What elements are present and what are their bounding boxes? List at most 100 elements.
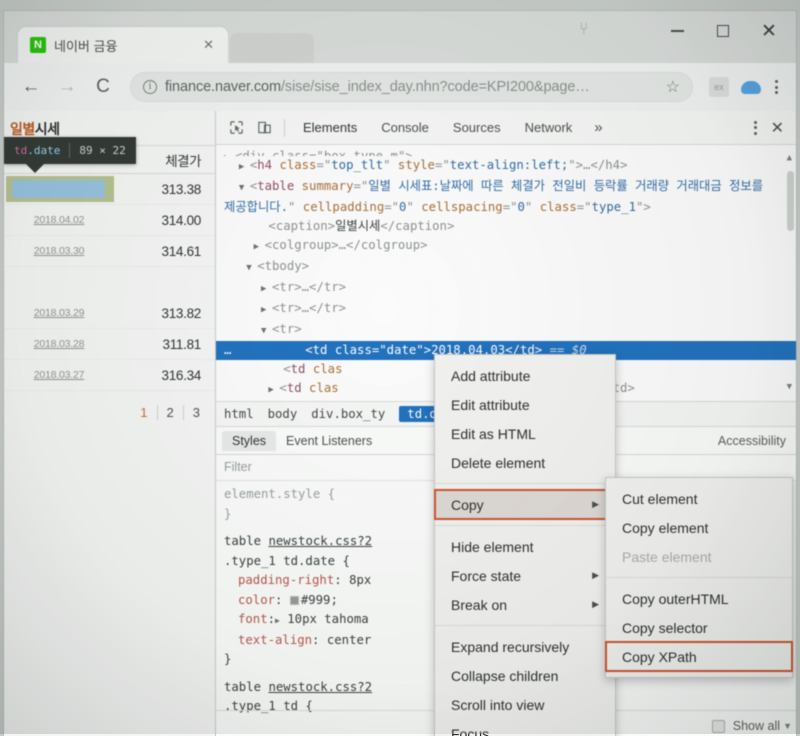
dom-line-tr-open[interactable]: ▼ <tr>: [216, 320, 796, 341]
dom-line-tr[interactable]: ▶ <tr>…</tr>: [216, 299, 796, 320]
dom-line-caption[interactable]: <caption>일별시세</caption>: [216, 217, 796, 236]
styles-scroll-down-icon[interactable]: ▼: [783, 721, 792, 731]
browser-window: ⑂ ✕ N 네이버 금융 ✕ ← → C i finance.naver.com…: [3, 10, 797, 736]
cell-date[interactable]: 2018.03.28: [4, 338, 114, 350]
tab-close-icon[interactable]: ✕: [199, 37, 218, 53]
browser-menu-button[interactable]: [767, 80, 786, 94]
devtools-tab-sources[interactable]: Sources: [441, 111, 513, 144]
page-link-3[interactable]: 3: [182, 405, 209, 420]
menu-item-copy-outerhtml[interactable]: Copy outerHTML: [606, 584, 792, 613]
devtools-tab-network[interactable]: Network: [513, 111, 585, 144]
menu-item-expand-recursively[interactable]: Expand recursively: [435, 632, 615, 661]
page-link-1[interactable]: 1: [131, 405, 156, 420]
menu-item-delete-element[interactable]: Delete element: [435, 448, 615, 477]
menu-item-copy-selector[interactable]: Copy selector: [606, 613, 792, 642]
devtools-tab-console[interactable]: Console: [369, 111, 441, 144]
dom-scroll-up-icon[interactable]: ▲: [787, 149, 792, 168]
page-link-2[interactable]: 2: [156, 405, 183, 420]
url-host: finance.naver.com: [165, 79, 281, 95]
window-controls: ✕: [654, 11, 792, 51]
table-row[interactable]: 2018.03.30 314.61: [4, 236, 215, 267]
submenu-arrow-icon: ▶: [592, 499, 599, 509]
menu-separator: [435, 625, 615, 626]
dom-scroll-down-icon[interactable]: ▼: [787, 378, 792, 397]
device-toolbar-icon[interactable]: [250, 115, 278, 141]
address-bar[interactable]: i finance.naver.com/sise/sise_index_day.…: [130, 72, 693, 102]
breadcrumb-body[interactable]: body: [268, 407, 298, 421]
submenu-arrow-icon: ▶: [592, 599, 599, 609]
cell-date[interactable]: 2018.04.02: [4, 214, 114, 226]
rule1-source-file[interactable]: newstock.css?2: [268, 534, 372, 548]
menu-item-copy-element[interactable]: Copy element: [606, 513, 792, 542]
site-info-icon[interactable]: i: [143, 80, 157, 94]
address-bar-url: finance.naver.com/sise/sise_index_day.nh…: [165, 79, 590, 95]
tooltip-dimensions: 89 × 22: [79, 144, 126, 157]
menu-item-copy-xpath[interactable]: Copy XPath: [605, 641, 793, 672]
cell-price: 314.00: [161, 212, 202, 228]
rule2-source-file[interactable]: newstock.css?2: [268, 680, 372, 694]
extension-icon[interactable]: ex: [709, 77, 729, 97]
dom-line-tbody[interactable]: ▼ <tbody>: [216, 257, 796, 278]
browser-tab-naver-finance[interactable]: N 네이버 금융 ✕: [18, 27, 228, 63]
menu-item-edit-attribute[interactable]: Edit attribute: [435, 390, 615, 419]
cell-date[interactable]: 2018.03.29: [4, 307, 114, 319]
devtools-tab-elements[interactable]: Elements: [291, 111, 369, 144]
menu-item-break-on-label: Break on: [451, 596, 508, 613]
menu-item-break-on[interactable]: Break on ▶: [435, 590, 615, 619]
cell-price: 313.82: [161, 305, 202, 321]
expand-ellipsis-icon[interactable]: …: [224, 341, 246, 360]
dom-line[interactable]: ▶ <h4 class="top_tlt" style="text-align:l…: [216, 156, 796, 177]
tooltip-class-name: .date: [27, 144, 61, 157]
menu-item-add-attribute[interactable]: Add attribute: [435, 361, 615, 390]
table-row[interactable]: 2018.03.28 311.81: [4, 329, 215, 360]
tooltip-divider: [69, 143, 71, 158]
toolbar-divider: [284, 118, 285, 137]
back-button[interactable]: ←: [14, 70, 48, 104]
dom-line-table[interactable]: ▼ <table summary="일별 시세표:날짜에 따른 체결가 전일비 등…: [216, 177, 796, 217]
new-tab-placeholder[interactable]: [230, 33, 314, 63]
color-swatch[interactable]: [289, 595, 299, 605]
table-row[interactable]: 2018.04.03 313.38: [4, 174, 215, 205]
show-all-checkbox[interactable]: [711, 719, 725, 733]
inspect-element-icon[interactable]: [222, 115, 250, 141]
dom-line-tr[interactable]: ▶ <tr>…</tr>: [216, 278, 796, 299]
breadcrumb-div-box[interactable]: div.box_ty: [311, 407, 385, 421]
reload-button[interactable]: C: [86, 70, 120, 104]
devtools-more-tabs-icon[interactable]: »: [584, 119, 612, 136]
close-window-button[interactable]: ✕: [746, 11, 792, 51]
cloud-icon[interactable]: [741, 80, 761, 94]
tab-styles[interactable]: Styles: [222, 430, 277, 451]
devtools-menu-button[interactable]: [744, 120, 767, 135]
menu-item-hide-element[interactable]: Hide element: [435, 532, 615, 561]
breadcrumb-html[interactable]: html: [224, 407, 254, 421]
dom-line-colgroup[interactable]: ▶ <colgroup>…</colgroup>: [216, 236, 796, 257]
cell-price: 316.34: [161, 367, 202, 383]
menu-item-edit-as-html[interactable]: Edit as HTML: [435, 419, 615, 448]
menu-item-copy[interactable]: Copy ▶: [434, 489, 616, 520]
table-row[interactable]: 2018.04.02 314.00: [4, 205, 215, 236]
maximize-button[interactable]: [700, 11, 746, 51]
menu-item-focus[interactable]: Focus: [435, 719, 615, 736]
menu-item-collapse-children[interactable]: Collapse children: [435, 661, 615, 690]
table-row[interactable]: 2018.03.29 313.82: [4, 298, 215, 329]
cell-date[interactable]: 2018.04.03: [6, 176, 114, 202]
cell-date[interactable]: 2018.03.27: [4, 369, 114, 381]
dom-scrollbar[interactable]: [787, 171, 794, 231]
title-bar: ⑂ ✕ N 네이버 금융 ✕: [4, 11, 796, 63]
bookmark-star-icon[interactable]: ☆: [666, 77, 680, 97]
forward-button[interactable]: →: [50, 70, 84, 104]
cell-date[interactable]: 2018.03.30: [4, 245, 114, 257]
menu-item-paste-element: Paste element: [622, 548, 712, 565]
naver-favicon-icon: N: [30, 37, 46, 53]
menu-item-cut-element[interactable]: Cut element: [606, 484, 792, 513]
table-row[interactable]: 2018.03.27 316.34: [4, 360, 215, 391]
devtools-close-button[interactable]: ✕: [767, 118, 796, 138]
menu-item-force-state[interactable]: Force state ▶: [435, 561, 615, 590]
menu-item-force-state-label: Force state: [451, 567, 522, 584]
cursor-mark-icon: ⑂: [579, 17, 588, 39]
show-all-control[interactable]: Show all: [711, 719, 780, 733]
tab-event-listeners[interactable]: Event Listeners: [276, 431, 382, 451]
table-row-spacer: [4, 267, 215, 298]
menu-item-scroll-into-view[interactable]: Scroll into view: [435, 690, 615, 719]
minimize-button[interactable]: [654, 11, 700, 51]
